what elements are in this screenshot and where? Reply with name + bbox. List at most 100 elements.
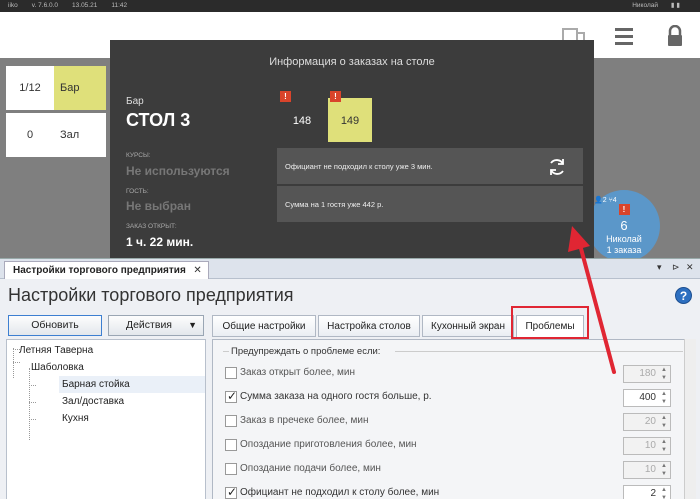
problem-message: Сумма на 1 гостя уже 442 р. <box>277 186 583 222</box>
table-number: 6 <box>620 218 628 233</box>
app-name: iiko <box>8 2 18 9</box>
status-time: 11:42 <box>111 2 128 9</box>
rule-value-stepper[interactable]: 180 ▲ ▼ <box>623 365 671 383</box>
popup-group: Бар <box>126 96 144 107</box>
problem-message: Официант не подходил к столу уже 3 мин. <box>277 148 583 184</box>
rule-value: 180 <box>639 368 656 379</box>
rule-label: Опоздание приготовления более, мин <box>240 439 417 450</box>
rule-value-stepper[interactable]: 400 ▲ ▼ <box>623 389 671 407</box>
rule-checkbox[interactable] <box>225 439 237 451</box>
actions-label: Действия <box>125 319 172 331</box>
status-user: Николай <box>632 2 658 9</box>
rule-value: 400 <box>639 392 656 403</box>
tree-item-hall-delivery[interactable]: Зал/доставка <box>59 393 124 410</box>
hall-count: 0 <box>26 129 34 141</box>
section-divider <box>395 351 683 352</box>
window-title: Настройки торгового предприятия <box>8 285 294 305</box>
section-title: Предупреждать о проблеме если: <box>231 346 381 357</box>
tree-item-tavern[interactable]: Летняя Таверна <box>19 342 93 359</box>
status-bar: iiko v. 7.6.0.0 13.05.21 11:42 Николай ▮▮ <box>0 0 700 12</box>
tree-item-bar-counter[interactable]: Барная стойка <box>59 376 205 393</box>
rule-checkbox[interactable] <box>225 485 237 499</box>
outlet-tree: Летняя Таверна Шаболовка Барная стойка З… <box>6 339 206 499</box>
rule-label: Сумма заказа на одного гостя больше, р. <box>240 391 432 402</box>
refresh-icon[interactable] <box>547 157 567 177</box>
stepper-arrows-icon: ▲ ▼ <box>661 439 667 453</box>
rule-value: 2 <box>650 488 656 499</box>
menu-icon[interactable] <box>614 26 634 46</box>
help-icon[interactable]: ? <box>675 287 692 304</box>
hall-row-hall[interactable]: 0 Зал <box>6 113 106 157</box>
rule-row: Сумма заказа на одного гостя больше, р. … <box>225 389 685 407</box>
rule-row: Заказ открыт более, мин 180 ▲ ▼ <box>225 365 685 383</box>
warning-icon: ! <box>618 204 630 215</box>
tab-tables[interactable]: Настройка столов <box>318 315 420 337</box>
table-circle[interactable]: 👤2 ⑂4 ! 6 Николай 1 заказа <box>588 190 660 262</box>
tab-kitchen-screen[interactable]: Кухонный экран <box>422 315 514 337</box>
lock-icon[interactable] <box>666 25 684 47</box>
problems-panel: Предупреждать о проблеме если: Заказ отк… <box>212 339 690 499</box>
courses-label: КУРСЫ: <box>126 152 151 159</box>
rule-checkbox[interactable] <box>225 415 237 427</box>
guests-icon: 👤 <box>594 197 603 204</box>
rule-row: Официант не подходил к столу более, мин … <box>225 485 685 499</box>
app-version: v. 7.6.0.0 <box>31 2 59 9</box>
warning-icon: ! <box>280 91 291 102</box>
tree-item-shabolovka[interactable]: Шаболовка <box>31 359 84 376</box>
rule-row: Опоздание подачи более, мин 10 ▲ ▼ <box>225 461 685 479</box>
rule-value-stepper[interactable]: 2 ▲ ▼ <box>623 485 671 499</box>
actions-button[interactable]: Действия ▼ <box>108 315 204 336</box>
document-tab-label: Настройки торгового предприятия <box>13 265 186 276</box>
rule-row: Опоздание приготовления более, мин 10 ▲ ▼ <box>225 437 685 455</box>
chevron-down-icon: ▼ <box>188 320 197 330</box>
courses-value: Не используются <box>126 164 230 178</box>
rule-value-stepper[interactable]: 10 ▲ ▼ <box>623 461 671 479</box>
rule-label: Опоздание подачи более, мин <box>240 463 381 474</box>
popup-title: Информация о заказах на столе <box>269 56 435 68</box>
rule-checkbox[interactable] <box>225 367 237 379</box>
rule-value: 10 <box>644 464 656 475</box>
stepper-arrows-icon: ▲ ▼ <box>661 463 667 477</box>
stepper-arrows-icon: ▲ ▼ <box>661 487 667 499</box>
close-icon[interactable]: ✕ <box>686 262 694 273</box>
chevron-down-icon[interactable]: ▾ <box>657 262 662 273</box>
vertical-scrollbar[interactable] <box>684 339 696 499</box>
stepper-arrows-icon: ▲ ▼ <box>661 391 667 405</box>
rule-checkbox[interactable] <box>225 389 237 403</box>
close-icon[interactable]: ✕ <box>193 262 201 279</box>
rule-label: Заказ открыт более, мин <box>240 367 355 378</box>
guest-count: 2 <box>602 197 607 204</box>
rule-value: 10 <box>644 440 656 451</box>
pin-icon[interactable]: ⊳ <box>672 262 680 273</box>
status-date: 13.05.21 <box>72 2 98 9</box>
stepper-arrows-icon: ▲ ▼ <box>661 367 667 381</box>
rule-checkbox[interactable] <box>225 463 237 475</box>
rule-value: 20 <box>644 416 656 427</box>
table-orders-popup: Информация о заказах на столе Бар СТОЛ 3… <box>110 40 594 258</box>
warning-icon: ! <box>330 91 341 102</box>
order-149[interactable]: 149 <box>328 98 372 142</box>
opened-label: ЗАКАЗ ОТКРЫТ: <box>126 223 177 230</box>
tree-item-kitchen[interactable]: Кухня <box>59 410 89 427</box>
popup-table: СТОЛ 3 <box>126 110 191 130</box>
order-148[interactable]: 148 <box>280 98 324 142</box>
hall-name: Зал <box>60 129 80 141</box>
guest-value: Не выбран <box>126 199 191 213</box>
rule-value-stepper[interactable]: 10 ▲ ▼ <box>623 437 671 455</box>
tab-problems[interactable]: Проблемы <box>516 315 584 339</box>
refresh-button[interactable]: Обновить <box>8 315 102 336</box>
stepper-arrows-icon: ▲ ▼ <box>661 415 667 429</box>
rule-label: Заказ в пречеке более, мин <box>240 415 369 426</box>
rule-value-stepper[interactable]: 20 ▲ ▼ <box>623 413 671 431</box>
screen: iiko v. 7.6.0.0 13.05.21 11:42 Николай ▮▮ 1… <box>0 0 700 499</box>
document-tab[interactable]: Настройки торгового предприятия ✕ <box>4 261 209 279</box>
tab-general[interactable]: Общие настройки <box>212 315 316 337</box>
document-tabbar: Настройки торгового предприятия ✕ ▾ ⊳ ✕ <box>0 259 700 279</box>
seat-count: 4 <box>612 197 617 204</box>
hall-count: 1/12 <box>19 82 41 94</box>
hall-row-bar[interactable]: 1/12 Бар <box>6 66 106 110</box>
rule-label: Официант не подходил к столу более, мин <box>240 487 440 498</box>
section-divider <box>223 351 229 352</box>
rule-row: Заказ в пречеке более, мин 20 ▲ ▼ <box>225 413 685 431</box>
order-count: 1 заказа <box>606 245 642 255</box>
